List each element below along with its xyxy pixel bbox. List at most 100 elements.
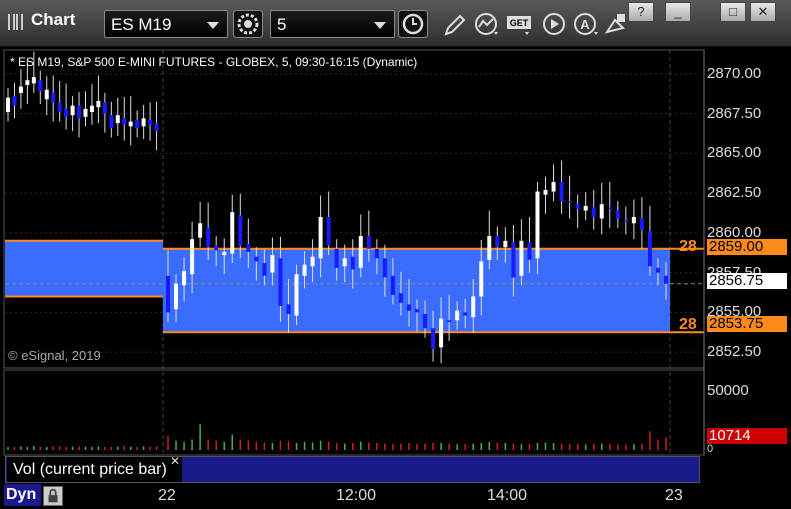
- symbol-value: ES M19: [111, 15, 172, 34]
- close-button[interactable]: ✕: [750, 2, 776, 22]
- candle-body: [511, 242, 516, 278]
- candle-body: [64, 108, 69, 117]
- svg-text:GET: GET: [510, 18, 529, 28]
- pencil-icon[interactable]: [440, 10, 470, 38]
- window-title: Chart: [31, 10, 76, 29]
- candle-body: [262, 263, 267, 276]
- candle-body: [559, 181, 564, 202]
- candle-body: [214, 245, 219, 251]
- candle-body: [238, 215, 243, 246]
- lower-level-tag: 28: [679, 316, 697, 333]
- candle-body: [447, 320, 452, 322]
- candle-body: [503, 240, 508, 248]
- interval-value: 5: [277, 15, 287, 34]
- candle-body: [154, 123, 159, 132]
- candle-body: [174, 283, 179, 310]
- candle-body: [334, 248, 339, 268]
- candle-body: [623, 220, 628, 222]
- maximize-button[interactable]: □: [720, 2, 746, 22]
- candle-body: [535, 191, 540, 259]
- play-icon[interactable]: [540, 10, 570, 38]
- svg-text:A: A: [580, 17, 590, 32]
- last-price-badge: 2856.75: [707, 273, 787, 289]
- candle-body: [122, 118, 127, 125]
- chevron-down-icon: [207, 22, 219, 29]
- candle-body: [230, 212, 235, 254]
- volume-axis-tick-zero: 0: [707, 443, 714, 455]
- volume-pane-frame: [3, 369, 705, 456]
- chart-canvas[interactable]: [0, 46, 791, 509]
- upper-level-badge: 2859.00: [707, 239, 787, 255]
- close-icon[interactable]: ✕: [170, 454, 180, 468]
- clock-icon[interactable]: [398, 10, 428, 38]
- price-axis-tick: 2852.50: [707, 343, 762, 361]
- candle-body: [44, 89, 49, 100]
- volume-panel-label[interactable]: Vol (current price bar): [7, 457, 182, 482]
- price-axis-tick: 2867.50: [707, 104, 762, 122]
- candle-body: [31, 77, 36, 84]
- candle-body: [38, 80, 43, 92]
- price-axis-tick: 2870.00: [707, 64, 762, 82]
- lower-level-badge: 2853.75: [707, 316, 787, 332]
- candle-body: [83, 108, 88, 117]
- candle-body: [415, 309, 419, 313]
- candle-body: [382, 258, 387, 278]
- candle-body: [254, 256, 259, 262]
- symbol-dropdown[interactable]: ES M19: [104, 10, 228, 38]
- candle-body: [647, 231, 652, 267]
- candle-body: [631, 216, 636, 224]
- candle-body: [115, 115, 120, 124]
- chevron-down-icon: [374, 22, 386, 29]
- candle-body: [77, 105, 82, 119]
- candle-body: [431, 328, 436, 349]
- candle-body: [57, 102, 62, 113]
- candle-body: [102, 102, 107, 114]
- get-icon[interactable]: GET: [505, 10, 535, 38]
- candle-body: [398, 293, 403, 303]
- upper-level-tag: 28: [679, 238, 697, 255]
- x-axis-tick-23: 23: [665, 487, 683, 504]
- candle-body: [615, 210, 620, 219]
- price-axis-tick: 2865.00: [707, 144, 762, 162]
- volume-axis-tick-max: 50000: [707, 382, 749, 399]
- candle-body: [551, 181, 556, 192]
- refresh-gear-icon[interactable]: [233, 10, 263, 38]
- interval-dropdown[interactable]: 5: [270, 10, 395, 38]
- candle-body: [12, 96, 17, 106]
- candle-body: [246, 243, 251, 252]
- candle-body: [358, 236, 363, 268]
- candle-body: [206, 228, 211, 248]
- candle-body: [390, 275, 395, 295]
- help-button[interactable]: ?: [628, 2, 654, 22]
- alert-icon[interactable]: A: [572, 10, 602, 38]
- candle-body: [471, 296, 476, 318]
- candle-body: [639, 218, 644, 230]
- candle-body: [294, 274, 299, 316]
- minimize-button[interactable]: _: [665, 2, 691, 22]
- volume-series: [7, 424, 667, 450]
- candle-body: [527, 242, 532, 260]
- candle-body: [439, 318, 444, 348]
- candle-body: [109, 115, 114, 128]
- candle-body: [350, 256, 355, 270]
- volume-badge: 10714: [707, 428, 787, 444]
- candle-body: [128, 121, 133, 127]
- candle-body: [583, 205, 588, 211]
- lock-icon[interactable]: [43, 486, 63, 506]
- candle-body: [366, 236, 371, 249]
- candle-body: [278, 258, 283, 306]
- candle-body: [655, 267, 660, 273]
- candle-body: [6, 97, 10, 113]
- candle-body: [286, 304, 291, 314]
- study-icon[interactable]: [472, 10, 502, 38]
- dynamic-mode-button[interactable]: Dyn: [4, 484, 41, 506]
- candle-body: [310, 256, 315, 267]
- candle-body: [96, 100, 101, 108]
- candle-body: [148, 119, 153, 125]
- candle-body: [591, 207, 596, 217]
- candle-body: [374, 248, 379, 259]
- candle-body: [182, 271, 187, 286]
- candle-body: [423, 313, 428, 329]
- candle-body: [543, 189, 548, 195]
- candle-body: [326, 216, 331, 246]
